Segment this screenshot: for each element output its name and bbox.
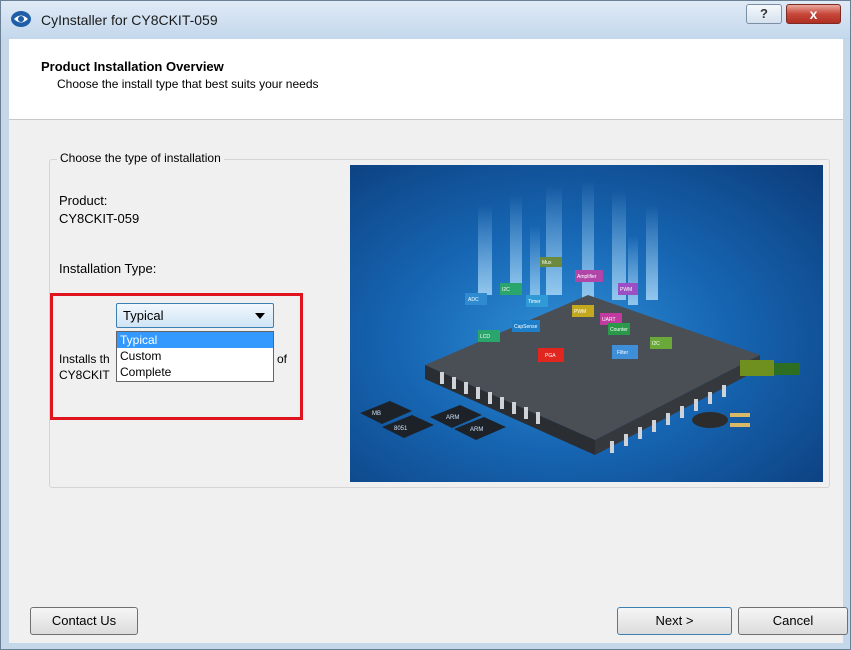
svg-text:LCD: LCD: [480, 334, 490, 340]
installer-window: CyInstaller for CY8CKIT-059 ? x Product …: [0, 0, 851, 650]
svg-text:MB: MB: [372, 411, 381, 417]
svg-text:PWM: PWM: [620, 287, 632, 293]
dialog-client-area: Product Installation Overview Choose the…: [9, 39, 848, 643]
next-button[interactable]: Next >: [617, 607, 732, 635]
title-bar[interactable]: CyInstaller for CY8CKIT-059 ? x: [1, 1, 850, 39]
installation-type-dropdown-list: Typical Custom Complete: [116, 331, 274, 382]
svg-text:Counter: Counter: [610, 327, 628, 333]
product-illustration: ADC I2C Timer Mux Amplifier PWM PWM UART…: [350, 165, 823, 482]
product-value: CY8CKIT-059: [59, 211, 140, 226]
cypress-logo-icon: [11, 11, 31, 27]
svg-text:Timer: Timer: [528, 299, 541, 305]
svg-text:I2C: I2C: [502, 287, 510, 293]
chevron-down-icon[interactable]: [255, 313, 265, 319]
svg-text:UART: UART: [602, 317, 616, 323]
svg-text:PWM: PWM: [574, 309, 586, 315]
option-complete[interactable]: Complete: [117, 364, 273, 380]
option-custom[interactable]: Custom: [117, 348, 273, 364]
contact-us-button[interactable]: Contact Us: [30, 607, 138, 635]
svg-text:CapSense: CapSense: [514, 324, 538, 330]
page-subtitle: Choose the install type that best suits …: [57, 77, 319, 91]
svg-text:ADC: ADC: [468, 297, 479, 303]
svg-text:ARM: ARM: [446, 415, 459, 421]
svg-text:Mux: Mux: [542, 260, 552, 266]
installation-type-label: Installation Type:: [59, 261, 157, 276]
group-legend: Choose the type of installation: [57, 151, 224, 165]
svg-text:PGA: PGA: [545, 353, 556, 359]
svg-text:ARM: ARM: [470, 427, 483, 433]
help-button[interactable]: ?: [746, 4, 782, 24]
svg-text:Amplifier: Amplifier: [577, 274, 597, 280]
close-button[interactable]: x: [786, 4, 841, 24]
wizard-body: Choose the type of installation Product:…: [9, 120, 843, 643]
svg-text:8051: 8051: [394, 426, 408, 432]
chip-illustration-graphic: ADC I2C Timer Mux Amplifier PWM PWM UART…: [360, 180, 800, 455]
svg-text:I2C: I2C: [652, 341, 660, 347]
installation-type-combobox[interactable]: Typical: [116, 303, 274, 328]
wizard-header: Product Installation Overview Choose the…: [9, 39, 843, 120]
option-typical[interactable]: Typical: [117, 332, 273, 348]
page-title: Product Installation Overview: [41, 59, 224, 74]
product-label: Product:: [59, 193, 108, 208]
window-title: CyInstaller for CY8CKIT-059: [41, 12, 218, 28]
svg-text:Filter: Filter: [617, 350, 628, 356]
combobox-selected-value: Typical: [123, 308, 164, 323]
cancel-button[interactable]: Cancel: [738, 607, 848, 635]
